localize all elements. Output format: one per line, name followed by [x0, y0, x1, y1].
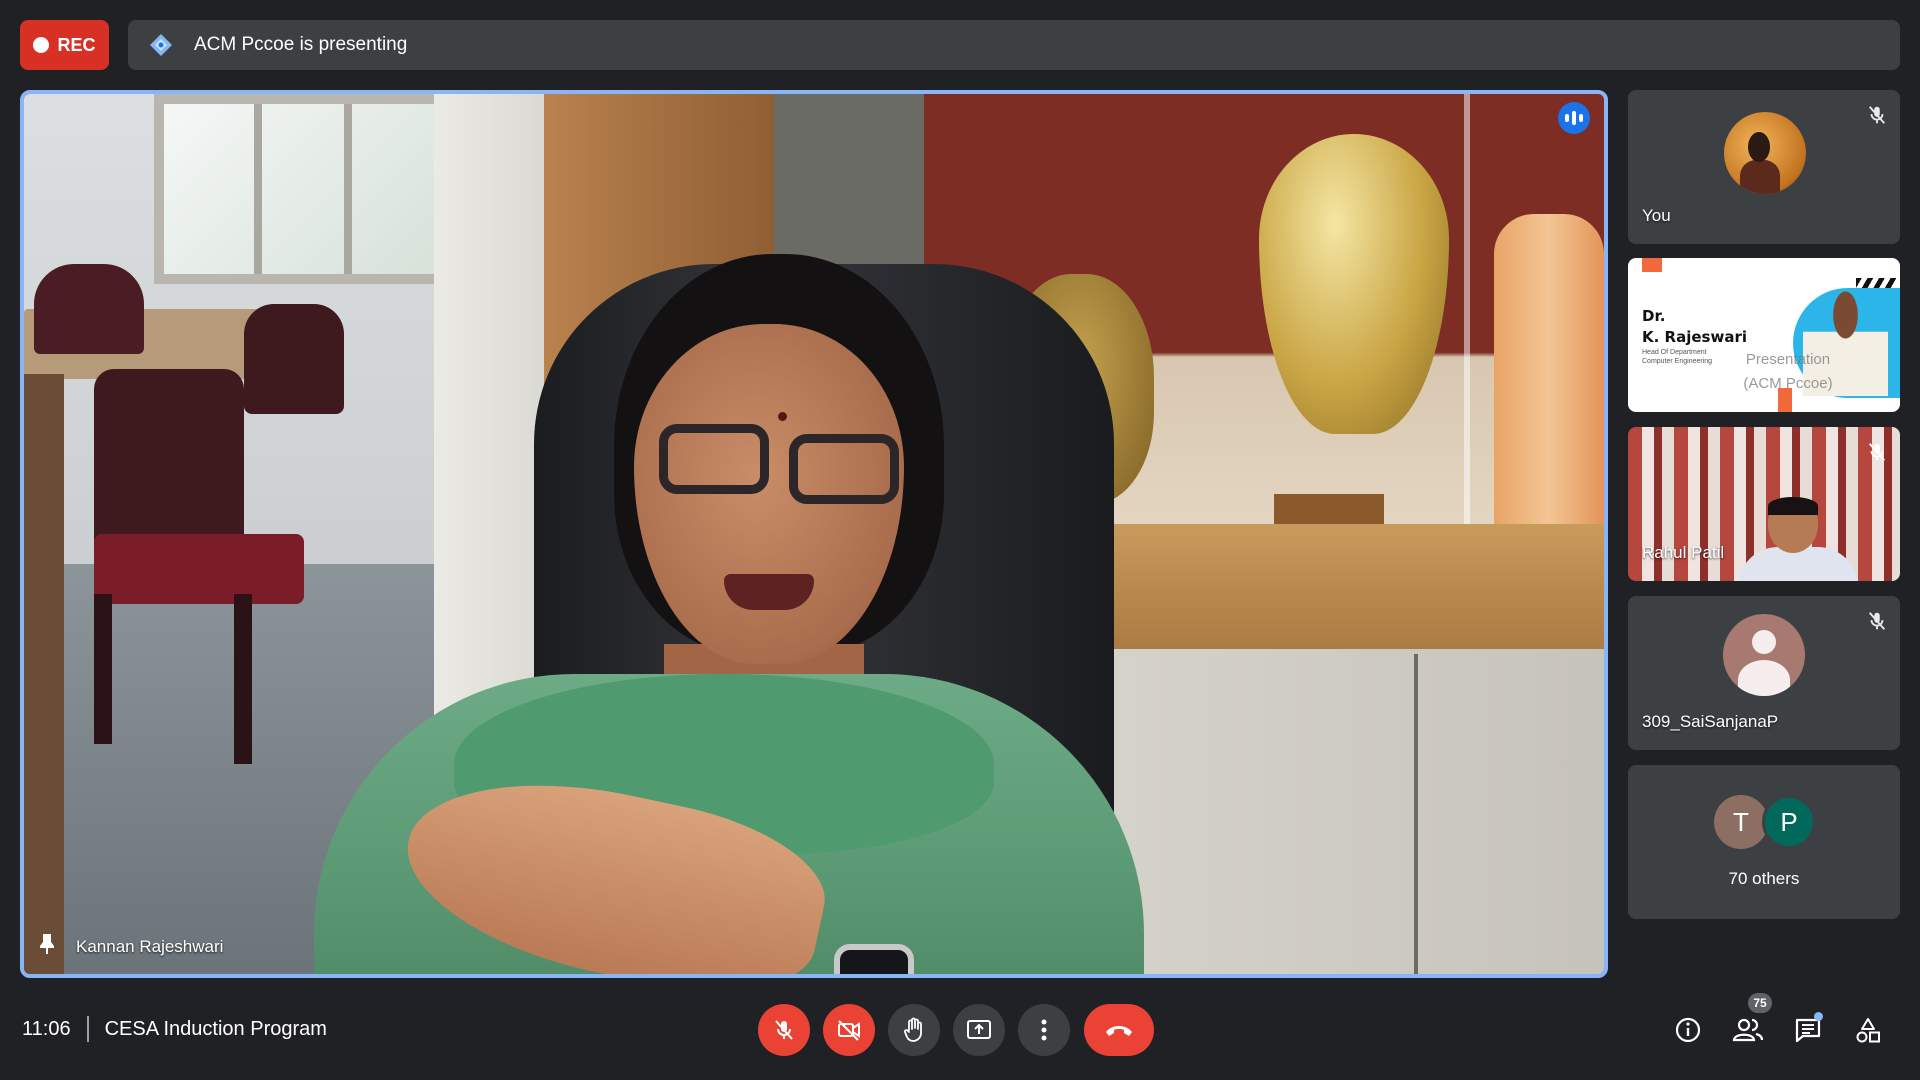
camera-toggle-button[interactable]	[823, 1004, 875, 1056]
hang-up-icon	[1106, 1026, 1132, 1036]
recording-label: REC	[57, 34, 96, 55]
main-speaker-name: Kannan Rajeshwari	[76, 936, 224, 956]
rahul-name: Rahul Patil	[1642, 543, 1725, 562]
video-frame	[24, 94, 1604, 974]
rahul-figure	[1738, 497, 1858, 581]
present-screen-icon	[967, 1020, 991, 1039]
mic-off-icon	[775, 1020, 793, 1040]
participants-count-badge: 75	[1748, 993, 1772, 1013]
camera-off-icon	[838, 1020, 860, 1041]
present-now-button[interactable]	[953, 1004, 1005, 1056]
presenting-banner[interactable]: ACM Pccoe is presenting	[128, 20, 1900, 70]
others-avatars: T P	[1714, 795, 1824, 849]
participants-button[interactable]	[1728, 1010, 1768, 1050]
people-icon	[1732, 1018, 1764, 1042]
sai-name: 309_SaiSanjanaP	[1642, 712, 1779, 731]
chat-unread-dot	[1814, 1012, 1823, 1021]
mic-off-icon	[1868, 106, 1886, 124]
participant-tile-sai[interactable]: 309_SaiSanjanaP	[1628, 596, 1900, 750]
presentation-label: Presentation (ACM Pccoe)	[1743, 351, 1833, 392]
pin-icon[interactable]	[38, 933, 56, 960]
participant-tile-rahul[interactable]: Rahul Patil	[1628, 427, 1900, 581]
main-speaker-label: Kannan Rajeshwari	[38, 933, 223, 960]
raise-hand-button[interactable]	[888, 1004, 940, 1056]
more-options-button[interactable]	[1018, 1004, 1070, 1056]
raise-hand-icon	[904, 1017, 922, 1042]
mic-off-icon	[1868, 612, 1886, 630]
presentation-thumbnail: Dr. K. Rajeswari Head Of Department Comp…	[1628, 258, 1900, 412]
self-name: You	[1642, 206, 1671, 225]
speaking-indicator-icon	[1558, 102, 1590, 134]
others-count-label: 70 others	[1728, 869, 1800, 888]
self-avatar	[1724, 112, 1806, 194]
recording-dot-icon	[33, 37, 50, 53]
leave-call-button[interactable]	[1084, 1004, 1154, 1056]
main-speaker-video[interactable]: Kannan Rajeshwari	[20, 90, 1608, 978]
meeting-details-button[interactable]	[1668, 1010, 1708, 1050]
presenting-text: ACM Pccoe is presenting	[194, 34, 408, 55]
avatar-p: P	[1762, 795, 1816, 849]
avatar-t: T	[1714, 795, 1768, 849]
present-diamond-icon	[148, 32, 174, 58]
meeting-info: 11:06 CESA Induction Program	[22, 1016, 327, 1042]
activities-button[interactable]	[1848, 1010, 1888, 1050]
clock-time: 11:06	[22, 1017, 71, 1040]
participant-tile-self[interactable]: You	[1628, 90, 1900, 244]
mic-toggle-button[interactable]	[758, 1004, 810, 1056]
recording-badge: REC	[20, 20, 109, 70]
meeting-title: CESA Induction Program	[104, 1017, 327, 1040]
slide-title: Dr. K. Rajeswari	[1642, 307, 1747, 346]
divider	[86, 1016, 89, 1042]
presentation-tile[interactable]: Dr. K. Rajeswari Head Of Department Comp…	[1628, 258, 1900, 412]
others-tile[interactable]: T P 70 others	[1628, 765, 1900, 919]
mic-off-icon	[1868, 443, 1886, 461]
more-vert-icon	[1041, 1019, 1047, 1041]
activities-shapes-icon	[1856, 1018, 1880, 1043]
default-avatar-icon	[1723, 614, 1805, 696]
info-icon	[1675, 1017, 1701, 1043]
